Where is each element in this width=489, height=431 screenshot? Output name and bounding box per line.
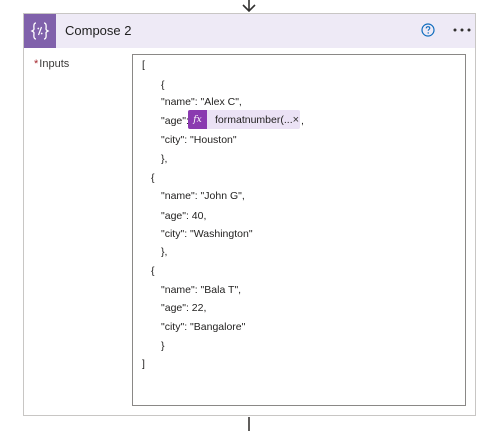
- code-line: ,: [301, 115, 304, 127]
- action-header[interactable]: Compose 2: [24, 14, 475, 48]
- code-line: "age": 22,: [161, 302, 207, 314]
- code-line: },: [161, 246, 168, 258]
- code-line: ]: [142, 358, 145, 370]
- token-label: formatnumber(...: [215, 113, 293, 126]
- help-circle-icon[interactable]: [421, 23, 435, 37]
- formatnumber-expression-token[interactable]: fx formatnumber(... ×: [188, 110, 300, 129]
- code-line: "age": 40,: [161, 210, 207, 222]
- code-line: "city": "Houston": [161, 134, 237, 146]
- code-line: "city": "Washington": [161, 228, 253, 240]
- code-line: "name": "John G",: [161, 190, 245, 202]
- code-line: "age":: [161, 115, 189, 127]
- required-marker: *: [34, 58, 39, 70]
- arrow-down-icon: [242, 0, 256, 12]
- flow-designer-canvas: Compose 2 *Inputs [ { "name": "Alex C", …: [0, 0, 489, 431]
- code-line: {: [161, 79, 165, 91]
- inputs-label: *Inputs: [34, 58, 69, 70]
- inputs-label-text: Inputs: [39, 58, 70, 70]
- code-line: {: [151, 172, 155, 184]
- code-line: },: [161, 153, 168, 165]
- remove-token-icon[interactable]: ×: [293, 114, 299, 126]
- curly-braces-icon: [30, 22, 50, 40]
- flow-connector-line: [248, 417, 250, 431]
- code-line: "city": "Bangalore": [161, 321, 246, 333]
- action-title[interactable]: Compose 2: [65, 23, 131, 38]
- code-line: "name": "Alex C",: [161, 96, 242, 108]
- more-options-icon[interactable]: [452, 22, 472, 38]
- code-line: "name": "Bala T",: [161, 284, 242, 296]
- code-line: [: [142, 59, 145, 71]
- compose-action-card[interactable]: Compose 2 *Inputs [ { "name": "Alex C", …: [23, 13, 476, 416]
- code-line: }: [161, 340, 165, 352]
- code-line: {: [151, 265, 155, 277]
- function-icon: fx: [188, 110, 207, 129]
- action-icon-box: [24, 14, 56, 48]
- inputs-editor[interactable]: [ { "name": "Alex C", "age": fx formatnu…: [132, 54, 466, 406]
